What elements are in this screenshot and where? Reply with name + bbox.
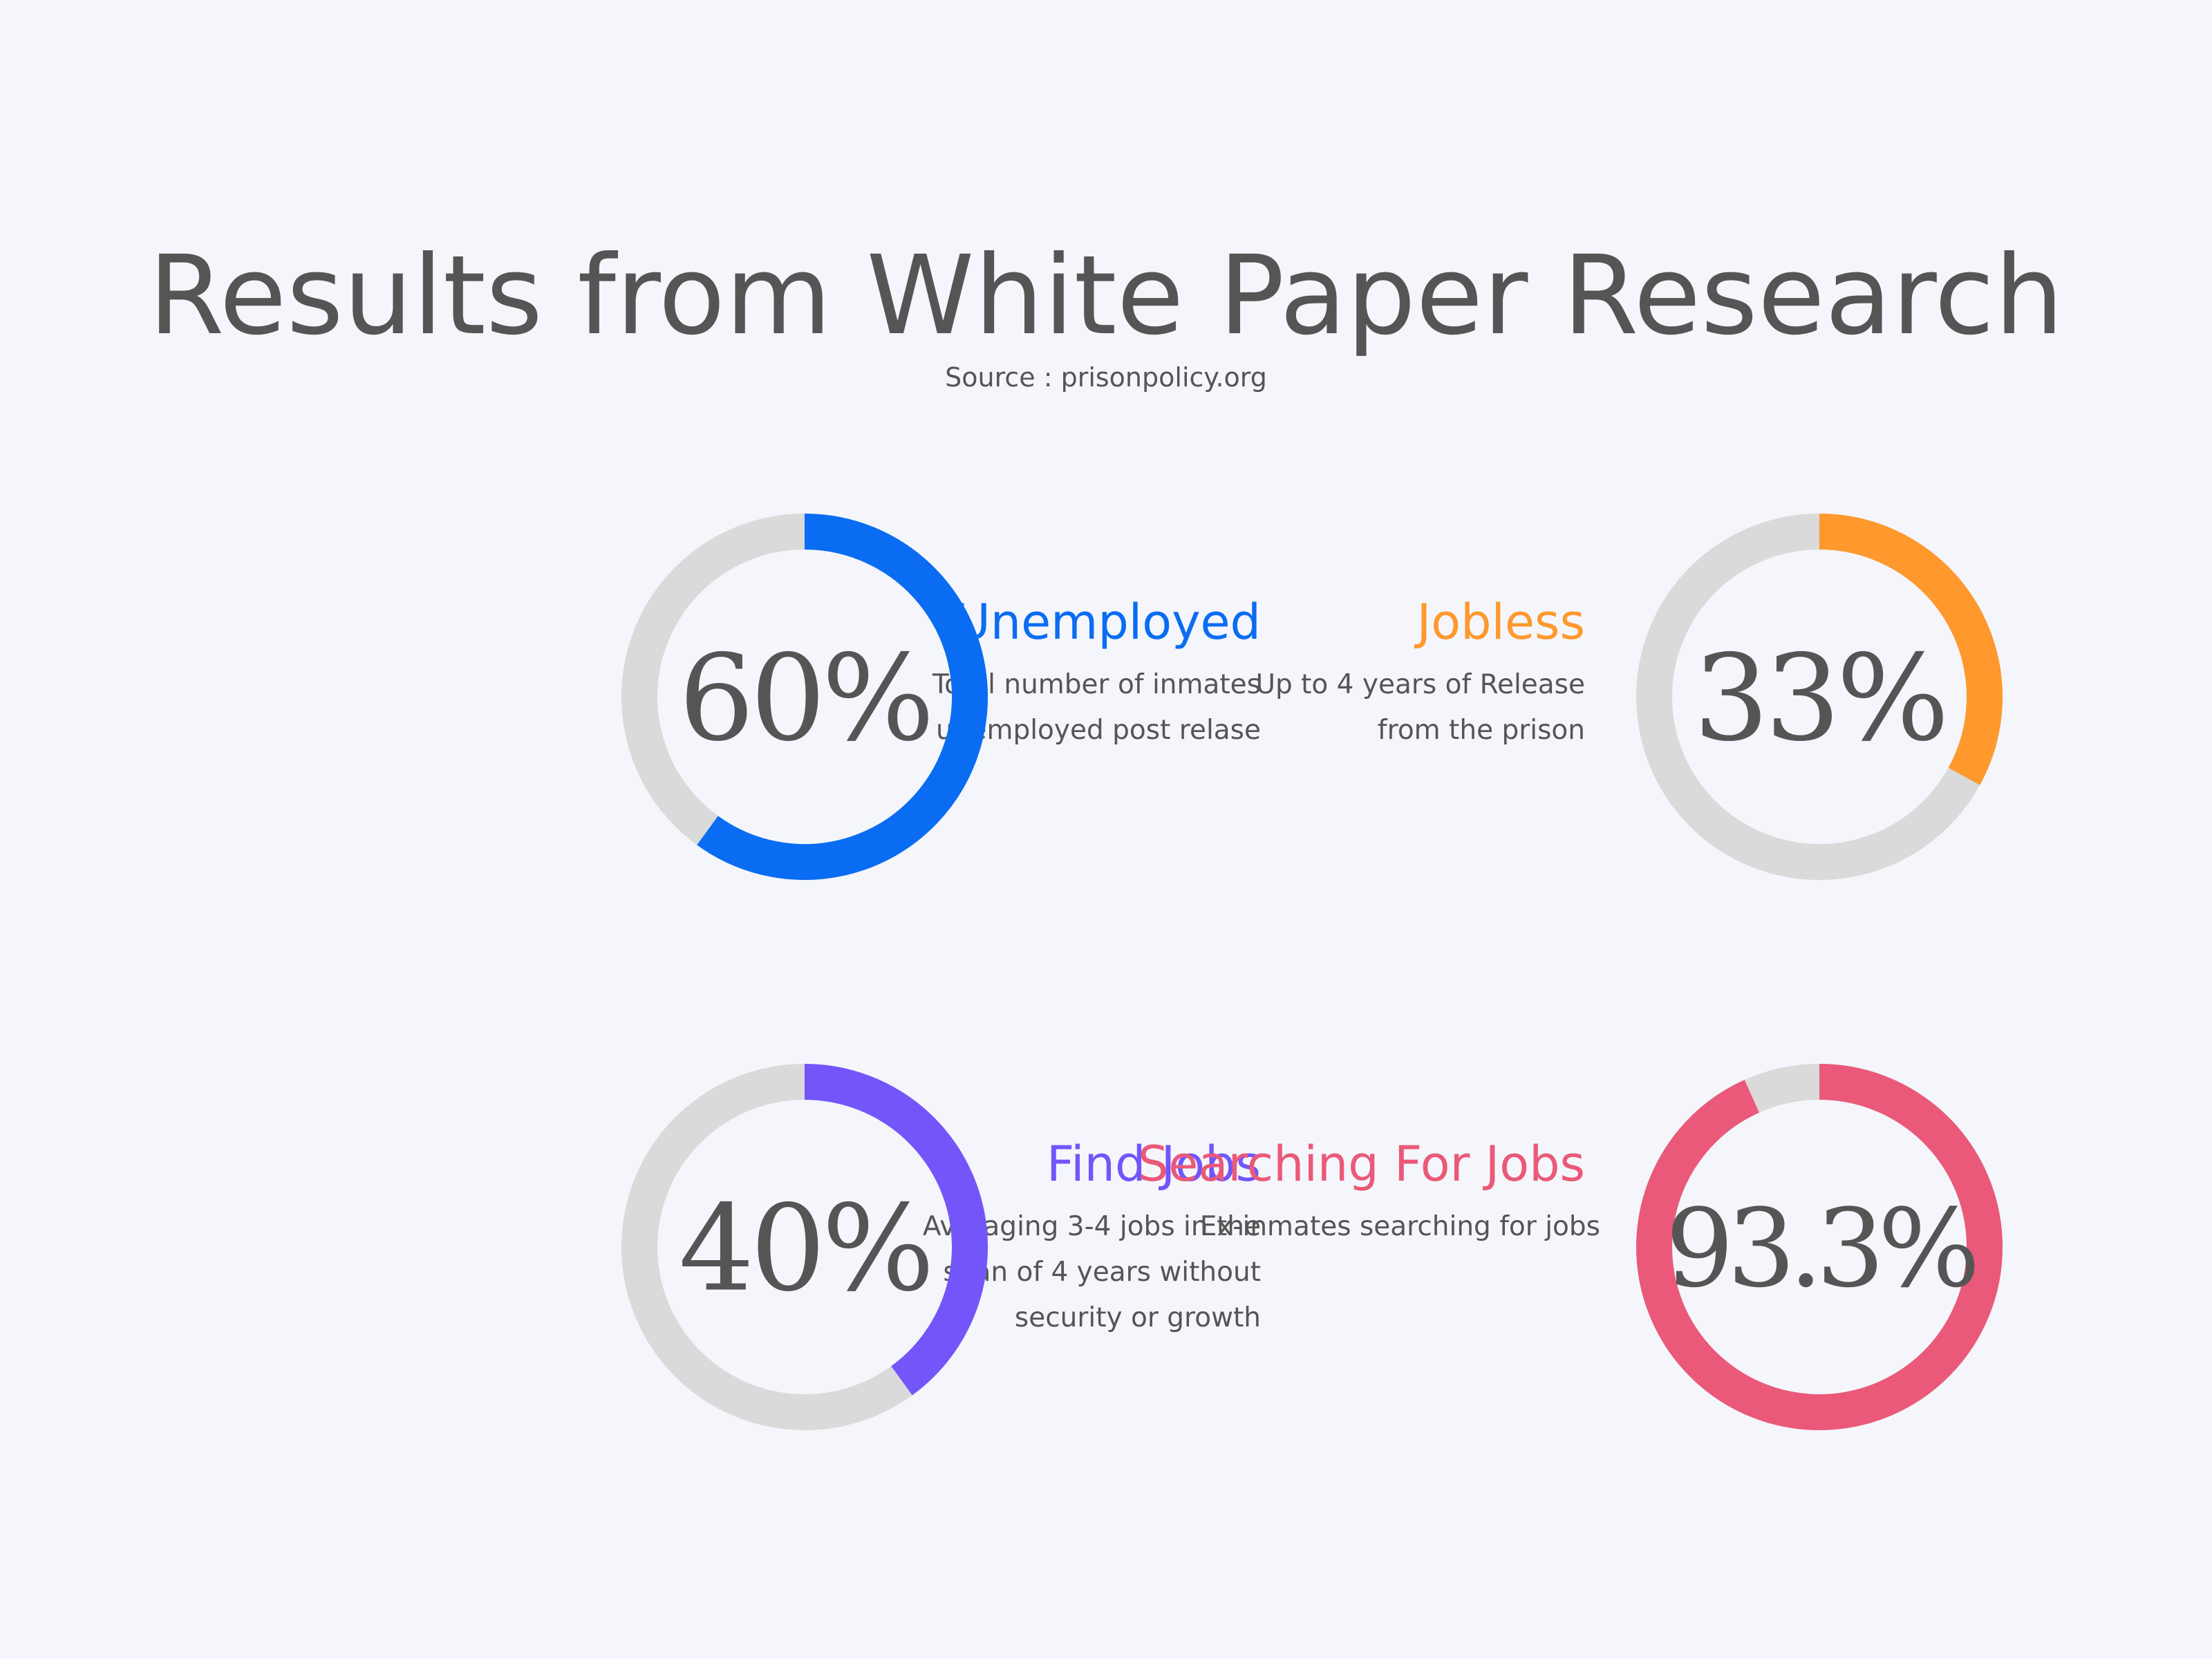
- donut-chart-searching: 93.3%: [1636, 1064, 2003, 1430]
- stat-description: Up to 4 years of Release from the prison: [894, 662, 1585, 753]
- donut-chart-jobless: 33%: [1636, 514, 2003, 880]
- stat-description-line: Ex-inmates searching for jobs: [1199, 1211, 1600, 1242]
- donut-value-label: 40%: [679, 1179, 930, 1318]
- donut-value-label: 93.3%: [1665, 1185, 1974, 1311]
- donut-value-label: 33%: [1694, 629, 1945, 768]
- stat-description: Ex-inmates searching for jobs: [894, 1204, 1600, 1250]
- donut-value-label: 60%: [679, 629, 930, 768]
- stat-searching-label: Searching For Jobs Ex-inmates searching …: [894, 1130, 1600, 1250]
- stat-title: Jobless: [1416, 594, 1585, 650]
- page-title: Results from White Paper Research: [148, 232, 2064, 359]
- stat-title: Searching For Jobs: [1138, 1136, 1585, 1192]
- stat-description-line: Up to 4 years of Release: [1255, 669, 1585, 700]
- stat-jobless-label: Jobless Up to 4 years of Release from th…: [894, 588, 1585, 753]
- source-citation: Source : prisonpolicy.org: [945, 362, 1267, 393]
- stat-description-line: from the prison: [1377, 715, 1585, 746]
